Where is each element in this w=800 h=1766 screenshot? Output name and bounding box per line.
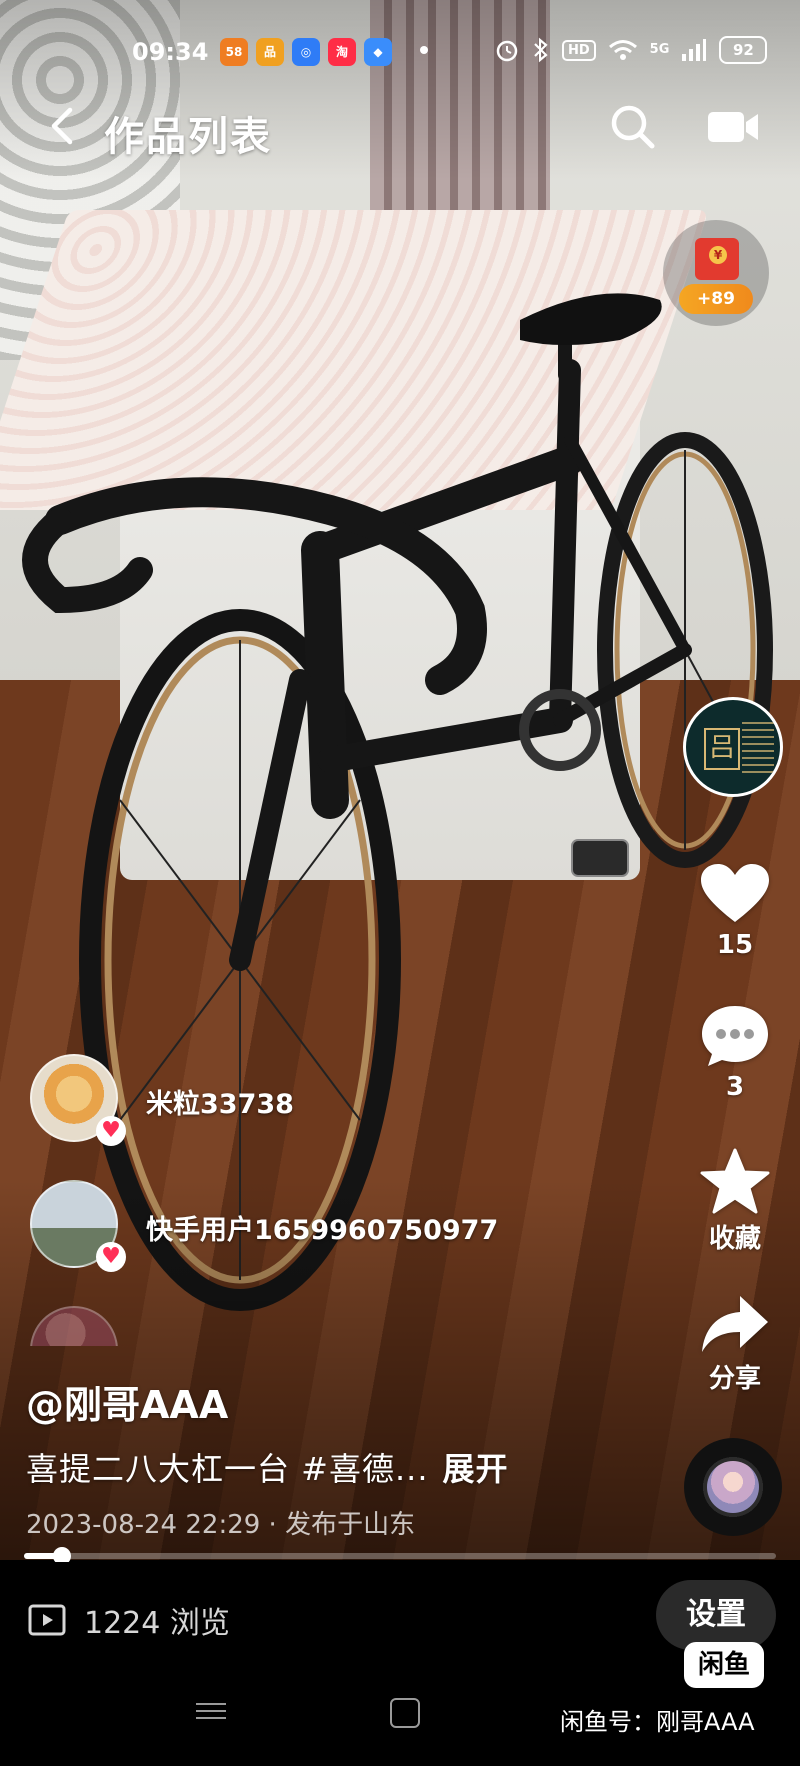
xianyu-id-watermark: 闲鱼号：刚哥AAA: [560, 1708, 755, 1736]
alarm-icon: [496, 40, 518, 62]
settings-button[interactable]: 设置: [656, 1580, 776, 1650]
back-arrow-icon[interactable]: [42, 104, 86, 148]
favorite-label: 收藏: [708, 1224, 761, 1254]
app-chrome-icon: ◎: [292, 38, 320, 66]
notification-dot-icon: [420, 46, 428, 54]
post-description: 喜提二八大杠一台 #喜德... 展开: [26, 1444, 509, 1490]
red-envelope-icon: [695, 238, 739, 280]
app-pinduoduo-icon: 品: [256, 38, 284, 66]
like-count: 15: [716, 930, 754, 960]
nav-home-icon[interactable]: [390, 1698, 420, 1728]
viewer-name: 快手用户1659960750977: [146, 1215, 499, 1246]
comment-count: 3: [725, 1072, 745, 1102]
calligraphy-text: [742, 722, 774, 778]
music-avatar: [707, 1461, 759, 1513]
bottom-bar: 1224 浏览 设置 闲鱼 闲鱼号：刚哥AAA: [0, 1562, 800, 1766]
comment-icon: [702, 1006, 768, 1066]
app-blue-icon: ◆: [364, 38, 392, 66]
bluetooth-icon: [534, 37, 548, 63]
music-disc[interactable]: [684, 1438, 782, 1536]
red-packet-reward[interactable]: +89: [663, 220, 769, 326]
viewer-item[interactable]: 快手用户1659960750977: [30, 1180, 590, 1276]
author-username[interactable]: @刚哥AAA: [26, 1374, 228, 1429]
status-time: 09:34: [132, 38, 209, 66]
page-title: 作品列表: [104, 114, 272, 160]
expand-link[interactable]: 展开: [443, 1450, 509, 1488]
wifi-icon: [608, 40, 637, 60]
heart-icon: [701, 864, 769, 922]
share-label: 分享: [708, 1364, 761, 1394]
heart-badge-icon: [96, 1242, 126, 1272]
reward-badge: +89: [679, 284, 753, 314]
like-button[interactable]: 15: [690, 862, 780, 960]
search-icon[interactable]: [608, 102, 658, 152]
video-progress-bar[interactable]: [24, 1547, 776, 1565]
description-text: 喜提二八大杠一台 #喜德...: [26, 1450, 429, 1488]
heart-badge-icon: [96, 1116, 126, 1146]
app-taobao-icon: 淘: [328, 38, 356, 66]
viewer-item[interactable]: 米粒33738: [30, 1054, 590, 1150]
nav-menu-icon[interactable]: [196, 1698, 226, 1726]
share-button[interactable]: 分享: [690, 1294, 780, 1395]
favorite-button[interactable]: 收藏: [690, 1148, 780, 1255]
post-meta: 2023-08-24 22:29 · 发布于山东: [26, 1510, 416, 1540]
play-box-icon: [28, 1604, 66, 1636]
status-indicators: HD 5G 92: [494, 36, 768, 64]
star-icon: [700, 1148, 770, 1214]
battery-indicator: 92: [719, 36, 768, 64]
view-count: 1224 浏览: [28, 1598, 230, 1642]
hd-badge: HD: [562, 39, 596, 61]
viewer-item-partial: [30, 1306, 590, 1346]
camera-icon[interactable]: [706, 104, 760, 150]
app-58-icon: 58: [220, 38, 248, 66]
status-bar: 09:34 58 品 ◎ 淘 ◆ HD 5G 92: [0, 30, 800, 74]
viewer-name: 米粒33738: [146, 1089, 294, 1120]
share-arrow-icon: [702, 1296, 768, 1352]
network-type: 5G: [649, 42, 670, 57]
signal-icon: [682, 39, 707, 61]
seal-logo: 吕: [704, 728, 740, 770]
comment-button[interactable]: 3: [690, 1004, 780, 1102]
view-count-text: 1224 浏览: [84, 1606, 230, 1641]
xianyu-watermark-logo: 闲鱼: [684, 1642, 764, 1688]
status-app-icons: 58 品 ◎ 淘 ◆: [220, 38, 392, 66]
author-avatar[interactable]: 吕: [683, 697, 783, 797]
viewer-avatar: [30, 1306, 118, 1346]
